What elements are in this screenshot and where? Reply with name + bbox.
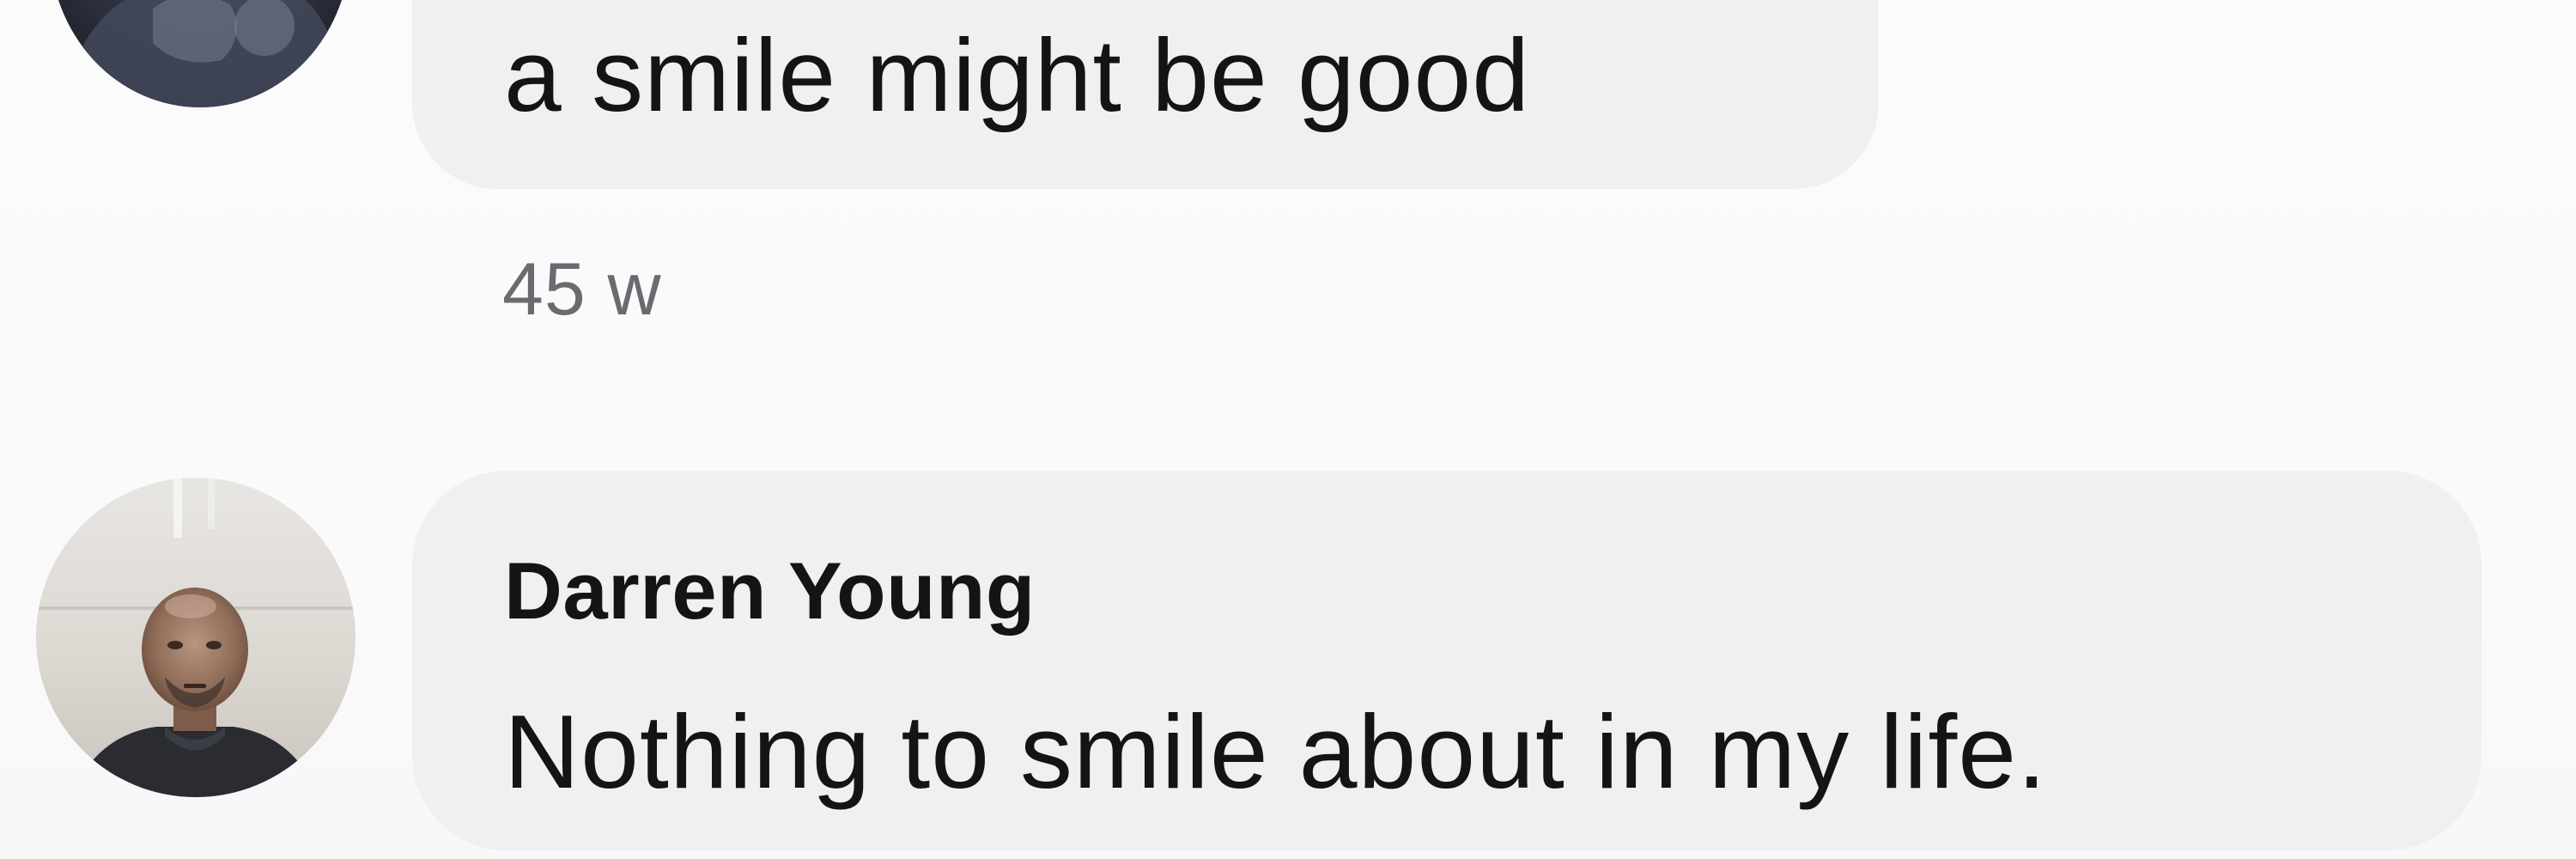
comment-author-name[interactable]: Darren Young xyxy=(504,539,1036,643)
comment-thread: a smile might be good 45 w Darren Young … xyxy=(0,0,2576,859)
profile-photo-icon xyxy=(50,0,350,107)
profile-photo-icon xyxy=(36,478,355,797)
comment-timestamp[interactable]: 45 w xyxy=(502,242,662,337)
avatar[interactable] xyxy=(50,0,350,107)
comment-text: a smile might be good xyxy=(504,18,1530,133)
comment-text: Nothing to smile about in my life. xyxy=(504,693,2048,810)
avatar[interactable] xyxy=(36,478,355,797)
